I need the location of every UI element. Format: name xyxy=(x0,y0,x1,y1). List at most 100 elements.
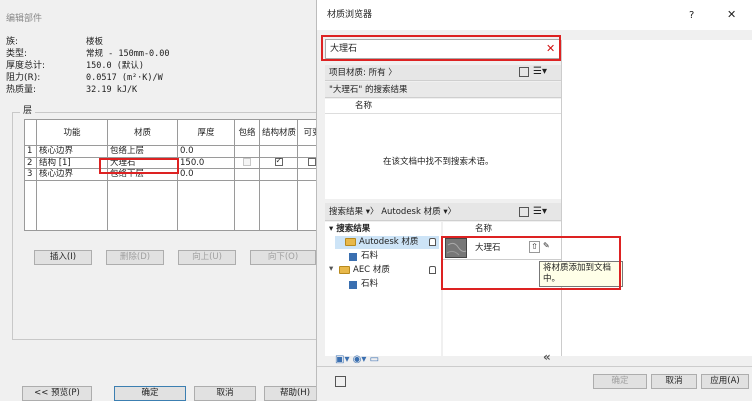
folder-icon xyxy=(339,266,350,274)
prop-thermal-mass-label: 热质量: xyxy=(6,85,37,95)
project-materials-filter[interactable]: 项目材质: 所有 xyxy=(329,68,386,78)
add-material-tooltip: 将材质添加到文档中。 xyxy=(539,261,623,287)
row-num: 3 xyxy=(24,168,37,181)
row-material[interactable]: 包络下层 xyxy=(107,168,178,181)
search-input[interactable]: 大理石 xyxy=(330,44,357,55)
lock-icon xyxy=(429,238,436,246)
table-row-empty xyxy=(24,179,327,231)
prop-family-label: 族: xyxy=(6,37,19,47)
row-wrap-cell xyxy=(234,156,260,169)
col-header-material[interactable]: 材质 xyxy=(107,119,178,146)
library-panel-toggle-icon[interactable] xyxy=(519,207,529,217)
layers-group-label: 层 xyxy=(20,106,36,117)
search-results-caption: "大理石" 的搜索结果 xyxy=(325,82,561,98)
help-icon[interactable]: ? xyxy=(689,10,694,21)
insert-button[interactable]: 插入(I) xyxy=(34,250,92,265)
breadcrumb-autodesk[interactable]: Autodesk 材质 xyxy=(381,207,440,217)
col-header-num xyxy=(24,119,37,146)
material-browser-dialog: 材质浏览器 ? ✕ 大理石 ✕ 项目材质: 所有 〉 ☰▾ "大理石" 的搜索结… xyxy=(316,0,752,401)
row-thickness[interactable]: 0.0 xyxy=(177,168,235,181)
prop-family-value: 楼板 xyxy=(86,37,104,47)
table-row[interactable]: 3 核心边界 包络下层 0.0 xyxy=(24,168,327,181)
panel-toggle-icon[interactable] xyxy=(519,67,529,77)
close-icon[interactable]: ✕ xyxy=(727,9,736,20)
browser-ok-button[interactable]: 确定 xyxy=(593,374,647,389)
structural-material-checkbox[interactable] xyxy=(274,158,283,167)
tree-item-aec[interactable]: AEC 材质 xyxy=(353,263,390,277)
table-row[interactable]: 2 结构 [1] 大理石 150.0 xyxy=(24,156,327,169)
row-structural-cell xyxy=(259,145,298,158)
view-list-icon[interactable]: ☰▾ xyxy=(533,66,547,77)
tree-root-label: 搜索结果 xyxy=(336,224,371,234)
row-function[interactable]: 结构 [1] xyxy=(36,156,108,169)
col-header-structural[interactable]: 结构材质 xyxy=(259,119,298,146)
ok-button[interactable]: 确定 xyxy=(114,386,186,401)
col-header-function[interactable]: 功能 xyxy=(36,119,108,146)
layout-icon[interactable] xyxy=(335,376,346,387)
clear-search-icon[interactable]: ✕ xyxy=(546,43,555,54)
tree-item-autodesk[interactable]: Autodesk 材质 xyxy=(359,235,418,249)
row-material[interactable]: 包络上层 xyxy=(107,145,178,158)
prop-type-value: 常规 - 150mm-0.00 xyxy=(86,49,170,59)
library-tree: ▾ 搜索结果 Autodesk 材质 石料 ▾ AEC 材质 石料 xyxy=(325,222,441,356)
library-name-header[interactable]: 名称 xyxy=(475,222,492,236)
breadcrumb-arrow-icon: ▾〉 xyxy=(365,207,382,217)
table-header-row: 功能 材质 厚度 包络 结构材质 可变 xyxy=(24,119,327,146)
material-category-icon xyxy=(349,253,357,261)
row-structural-cell xyxy=(259,156,298,169)
tree-item-stone-1[interactable]: 石料 xyxy=(361,249,378,263)
library-result-name: 大理石 xyxy=(475,243,501,253)
delete-button[interactable]: 删除(D) xyxy=(106,250,164,265)
breadcrumb-arrow-icon: ▾〉 xyxy=(443,207,457,217)
add-material-icon[interactable]: ⇧ xyxy=(529,241,540,253)
library-menu-icon[interactable]: ▣▾ ◉▾ ▭ xyxy=(335,354,379,365)
row-thickness[interactable]: 0.0 xyxy=(177,145,235,158)
row-structural-cell xyxy=(259,168,298,181)
browser-apply-button[interactable]: 应用(A) xyxy=(701,374,749,389)
table-row[interactable]: 1 核心边界 包络上层 0.0 xyxy=(24,145,327,158)
row-function[interactable]: 核心边界 xyxy=(36,145,108,158)
cancel-button[interactable]: 取消 xyxy=(194,386,256,401)
prop-type-label: 类型: xyxy=(6,49,28,59)
material-browser-title: 材质浏览器 xyxy=(327,10,373,20)
col-header-thickness[interactable]: 厚度 xyxy=(177,119,235,146)
row-wrap-cell xyxy=(234,145,260,158)
no-results-message: 在该文档中找不到搜索术语。 xyxy=(383,157,494,167)
title-bar: 材质浏览器 ? ✕ xyxy=(317,0,752,30)
col-header-wrap[interactable]: 包络 xyxy=(234,119,260,146)
row-num: 2 xyxy=(24,156,37,169)
prop-thickness-label: 厚度总计: xyxy=(6,61,46,71)
marble-texture-icon xyxy=(446,242,467,256)
move-down-button[interactable]: 向下(O) xyxy=(250,250,316,265)
edit-assembly-dialog: 编辑部件 族: 楼板 类型: 常规 - 150mm-0.00 厚度总计: 150… xyxy=(0,0,334,401)
library-view-list-icon[interactable]: ☰▾ xyxy=(533,206,547,217)
row-function[interactable]: 核心边界 xyxy=(36,168,108,181)
project-results-list: 名称 在该文档中找不到搜索术语。 xyxy=(325,99,561,199)
breadcrumb-search-results[interactable]: 搜索结果 xyxy=(329,207,363,217)
filter-arrow-icon: 〉 xyxy=(388,68,397,78)
collapse-icon[interactable]: « xyxy=(543,351,551,363)
preview-button[interactable]: << 预览(P) xyxy=(22,386,92,401)
prop-resistance-label: 阻力(R): xyxy=(6,73,41,83)
divider xyxy=(325,113,561,114)
edit-material-icon[interactable]: ✎ xyxy=(543,241,554,253)
folder-icon xyxy=(345,238,356,246)
footer-divider xyxy=(317,366,752,367)
row-wrap-cell xyxy=(234,168,260,181)
browser-cancel-button[interactable]: 取消 xyxy=(651,374,697,389)
tree-item-stone-2[interactable]: 石料 xyxy=(361,277,378,291)
row-num: 1 xyxy=(24,145,37,158)
name-column-header[interactable]: 名称 xyxy=(355,99,372,113)
move-up-button[interactable]: 向上(U) xyxy=(178,250,236,265)
search-box[interactable]: 大理石 ✕ xyxy=(325,39,561,59)
row-material[interactable]: 大理石 xyxy=(107,156,178,169)
variable-checkbox[interactable] xyxy=(308,158,316,167)
layers-table-wrap: 功能 材质 厚度 包络 结构材质 可变 1 核心边界 包络上层 0.0 2 结构… xyxy=(24,119,327,231)
row-thickness[interactable]: 150.0 xyxy=(177,156,235,169)
tree-root[interactable]: ▾ 搜索结果 xyxy=(329,222,370,236)
marble-thumbnail xyxy=(445,238,467,258)
prop-thickness-value: 150.0 (默认) xyxy=(86,61,144,71)
prop-resistance-value: 0.0517 (m²·K)/W xyxy=(86,73,163,83)
wrap-checkbox[interactable] xyxy=(243,158,251,167)
expand-arrow-icon[interactable]: ▾ xyxy=(329,262,333,276)
